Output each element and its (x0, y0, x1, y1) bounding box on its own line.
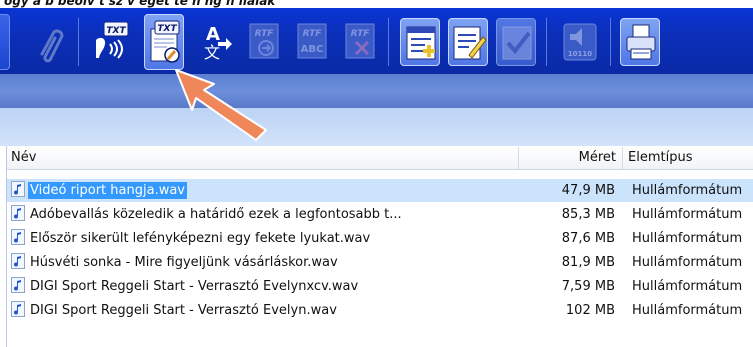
audio-file-icon (11, 181, 25, 197)
audio-file-icon (11, 277, 25, 293)
document-edit-button[interactable] (448, 18, 488, 66)
svg-text:RTF: RTF (303, 29, 323, 39)
rtf-delete-button[interactable]: RTF (340, 14, 380, 70)
audio-file-icon (11, 229, 25, 245)
rtf-abc-button[interactable]: RTF ABC (292, 14, 332, 70)
cell-size: 85,3 MB (561, 207, 615, 222)
list-add-button[interactable] (400, 18, 440, 66)
checkmark-button[interactable] (496, 18, 536, 66)
svg-text:RTF: RTF (351, 29, 371, 39)
print-button[interactable] (620, 18, 660, 66)
cell-size: 102 MB (565, 303, 615, 318)
table-row[interactable]: Adóbevallás közeledik a határidő ezek a … (7, 203, 753, 226)
svg-text:ABC: ABC (301, 44, 324, 55)
table-row[interactable]: DIGI Sport Reggeli Start - Verrasztó Eve… (7, 275, 753, 298)
audio-file-icon (11, 205, 25, 221)
svg-text:A: A (206, 24, 220, 45)
title-bar (0, 74, 753, 108)
svg-text:TXT: TXT (106, 26, 126, 36)
rtf-convert-icon: RTF (249, 23, 279, 59)
column-header-type[interactable]: Elemtípus (623, 147, 753, 169)
audio-binary-icon: 10110 (563, 23, 597, 61)
rtf-convert-button[interactable]: RTF (244, 14, 284, 70)
audio-binary-button[interactable]: 10110 (560, 14, 600, 70)
list-add-icon (406, 26, 436, 60)
address-bar-area (0, 108, 753, 146)
svg-text:TXT: TXT (157, 24, 177, 34)
top-caption-text: ogy a b beolv t sz v eget te h ng h llal… (4, 0, 276, 8)
cell-type: Hullámformátum (632, 183, 743, 198)
cell-size: 7,59 MB (561, 279, 615, 294)
text-translate-button[interactable]: A 文 (196, 14, 236, 70)
cell-type: Hullámformátum (632, 255, 743, 270)
cell-name: Adóbevallás közeledik a határidő ezek a … (11, 203, 521, 226)
document-edit-icon (453, 26, 487, 60)
text-translate-icon: A 文 (204, 24, 232, 62)
printer-icon (626, 24, 656, 60)
txt-edit-button[interactable]: TXT (144, 14, 184, 70)
audio-file-icon (11, 253, 25, 269)
cell-name: Először sikerült lefényképezni egy feket… (11, 227, 521, 250)
cell-type: Hullámformátum (632, 231, 743, 246)
annotation-arrow-icon (175, 69, 267, 141)
table-row[interactable]: Videó riport hangja.wav 47,9 MB Hullámfo… (7, 179, 753, 202)
partial-button[interactable] (0, 14, 10, 70)
table-row[interactable]: DIGI Sport Reggeli Start - Verrasztó Eve… (7, 299, 753, 322)
cell-size: 47,9 MB (561, 183, 615, 198)
list-header: Név Méret Elemtípus (7, 147, 753, 170)
toolbar: TXT TXT A 文 RTF RTF ABC RTF 10110 (0, 8, 753, 74)
cell-name: DIGI Sport Reggeli Start - Verrasztó Eve… (11, 275, 521, 298)
cell-size: 81,9 MB (561, 255, 615, 270)
cell-type: Hullámformátum (632, 279, 743, 294)
table-row[interactable]: Húsvéti sonka - Mire figyeljünk vásárlás… (7, 251, 753, 274)
cell-name: Videó riport hangja.wav (11, 179, 521, 202)
svg-text:10110: 10110 (568, 50, 592, 58)
audio-file-icon (11, 301, 25, 317)
svg-text:RTF: RTF (255, 29, 275, 39)
file-list: Név Méret Elemtípus Videó riport hangja.… (6, 146, 753, 347)
txt-to-speech-icon: TXT (96, 21, 129, 59)
rtf-delete-icon: RTF (345, 23, 375, 59)
attach-button[interactable] (28, 14, 68, 70)
column-header-name[interactable]: Név (7, 147, 519, 169)
cell-name: Húsvéti sonka - Mire figyeljünk vásárlás… (11, 251, 521, 274)
table-row[interactable]: Először sikerült lefényképezni egy feket… (7, 227, 753, 250)
cell-size: 87,6 MB (561, 231, 615, 246)
rtf-abc-icon: RTF ABC (297, 23, 327, 59)
checkmark-icon (502, 26, 532, 60)
txt-to-speech-button[interactable]: TXT (90, 14, 130, 70)
txt-edit-icon: TXT (150, 20, 180, 63)
cell-type: Hullámformátum (632, 303, 743, 318)
cell-name: DIGI Sport Reggeli Start - Verrasztó Eve… (11, 299, 521, 322)
paperclip-icon (40, 29, 64, 63)
cell-type: Hullámformátum (632, 207, 743, 222)
svg-text:文: 文 (204, 43, 220, 62)
column-header-size[interactable]: Méret (519, 147, 623, 169)
